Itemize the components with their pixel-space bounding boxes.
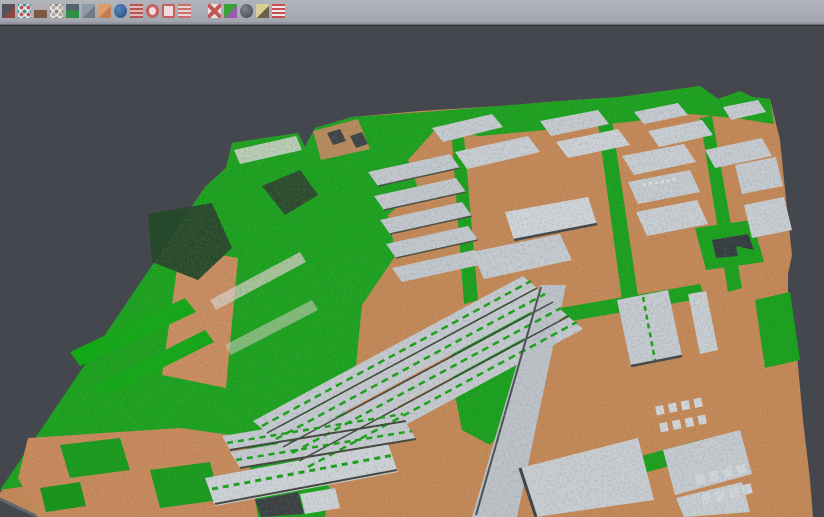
- orthophoto-icon: [98, 4, 111, 18]
- camera-button[interactable]: [239, 2, 254, 20]
- toolbar-separator: [193, 2, 207, 20]
- viewport-3d[interactable]: [0, 26, 824, 517]
- point-cloud-scene[interactable]: [0, 26, 824, 517]
- camera-icon: [240, 4, 253, 18]
- profile-layers-icon: [130, 4, 143, 18]
- open-file-button[interactable]: [1, 2, 16, 20]
- sparse-points-button[interactable]: [49, 2, 64, 20]
- application-window: [0, 0, 824, 517]
- terrain-model-button[interactable]: [33, 2, 48, 20]
- clear-cross-button[interactable]: [207, 2, 222, 20]
- orthophoto-button[interactable]: [97, 2, 112, 20]
- globe-icon: [114, 4, 127, 18]
- terrain-color-button[interactable]: [65, 2, 80, 20]
- red-rows-button[interactable]: [177, 2, 192, 20]
- view-points-button[interactable]: [17, 2, 32, 20]
- flag-red-button[interactable]: [271, 2, 286, 20]
- map-notes-button[interactable]: [255, 2, 270, 20]
- red-rows-icon: [178, 4, 191, 18]
- noise-light: [0, 26, 824, 517]
- main-toolbar: [0, 0, 824, 22]
- target-button[interactable]: [145, 2, 160, 20]
- profile-layers-button[interactable]: [129, 2, 144, 20]
- open-file-icon: [2, 4, 15, 18]
- map-notes-icon: [256, 4, 269, 18]
- globe-button[interactable]: [113, 2, 128, 20]
- vertical-panel-icon: [82, 4, 95, 18]
- classification-colors-button[interactable]: [223, 2, 238, 20]
- classification-colors-icon: [224, 4, 237, 18]
- flag-red-icon: [272, 4, 285, 18]
- selection-brackets-button[interactable]: [161, 2, 176, 20]
- terrain-color-icon: [66, 4, 79, 18]
- clear-cross-icon: [208, 4, 221, 18]
- sparse-points-icon: [50, 4, 63, 18]
- vertical-panel-button[interactable]: [81, 2, 96, 20]
- view-points-icon: [18, 4, 31, 18]
- target-icon: [146, 4, 159, 18]
- selection-brackets-icon: [162, 4, 175, 18]
- terrain-model-icon: [34, 4, 47, 18]
